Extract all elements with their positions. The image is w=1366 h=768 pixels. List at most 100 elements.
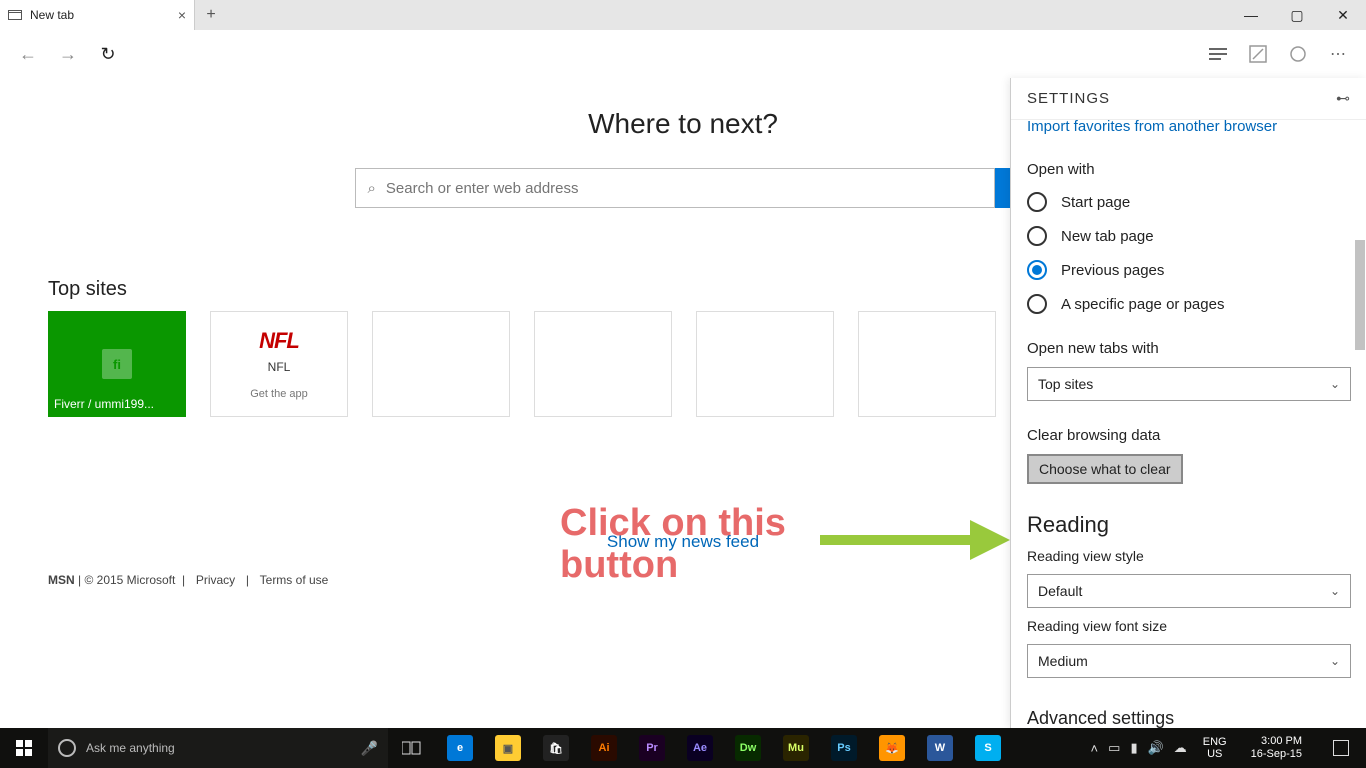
chevron-down-icon: ⌄: [1330, 654, 1340, 668]
terms-link[interactable]: Terms of use: [260, 573, 329, 587]
open-with-radio[interactable]: New tab page: [1027, 226, 1350, 246]
reading-heading: Reading: [1027, 512, 1350, 538]
more-icon[interactable]: ⋯: [1318, 34, 1358, 74]
top-site-tile-empty[interactable]: [534, 311, 672, 417]
forward-button[interactable]: →: [48, 34, 88, 74]
action-center-icon[interactable]: [1320, 740, 1362, 756]
top-site-tile[interactable]: NFL NFL Get the app: [210, 311, 348, 417]
annotation-text: Click on this button: [560, 503, 786, 587]
back-button[interactable]: ←: [8, 34, 48, 74]
tab-title: New tab: [30, 8, 74, 22]
taskbar-app-word[interactable]: W: [916, 728, 964, 768]
webnote-icon[interactable]: [1238, 34, 1278, 74]
taskbar-app-illustrator[interactable]: Ai: [580, 728, 628, 768]
taskbar-app-explorer[interactable]: ▣: [484, 728, 532, 768]
minimize-button[interactable]: —: [1228, 0, 1274, 30]
close-tab-icon[interactable]: ×: [178, 7, 186, 23]
window-controls: — ▢ ✕: [1228, 0, 1366, 30]
top-site-tile-empty[interactable]: [858, 311, 996, 417]
annotation-arrow: [820, 520, 1010, 560]
top-site-tile[interactable]: fi Fiverr / ummi199...: [48, 311, 186, 417]
refresh-button[interactable]: ↻: [88, 34, 128, 74]
battery-icon[interactable]: ▭: [1108, 740, 1120, 756]
taskbar-app-skype[interactable]: S: [964, 728, 1012, 768]
cortana-search[interactable]: Ask me anything 🎤: [48, 728, 388, 768]
reading-view-font-select[interactable]: Medium ⌄: [1027, 644, 1351, 678]
advanced-settings-heading: Advanced settings: [1027, 708, 1350, 728]
open-with-radio[interactable]: Previous pages: [1027, 260, 1350, 280]
open-with-radio[interactable]: Start page: [1027, 192, 1350, 212]
scrollbar-thumb[interactable]: [1355, 240, 1365, 350]
title-bar: New tab × + — ▢ ✕: [0, 0, 1366, 30]
app-icon: ▣: [495, 735, 521, 761]
onedrive-icon[interactable]: ☁: [1174, 740, 1187, 756]
taskbar-app-firefox[interactable]: 🦊: [868, 728, 916, 768]
top-site-tile-empty[interactable]: [372, 311, 510, 417]
radio-label: New tab page: [1061, 228, 1154, 245]
app-icon: W: [927, 735, 953, 761]
taskbar-app-aftereffects[interactable]: Ae: [676, 728, 724, 768]
app-icon: 🛍: [543, 735, 569, 761]
radio-icon: [1027, 226, 1047, 246]
select-value: Medium: [1038, 653, 1088, 669]
volume-icon[interactable]: 🔊: [1148, 740, 1164, 756]
mic-icon[interactable]: 🎤: [361, 740, 378, 757]
privacy-link[interactable]: Privacy: [196, 573, 235, 587]
taskbar-app-store[interactable]: 🛍: [532, 728, 580, 768]
close-window-button[interactable]: ✕: [1320, 0, 1366, 30]
radio-label: Previous pages: [1061, 262, 1164, 279]
taskbar: Ask me anything 🎤 e ▣ 🛍 AiPr Ae DwMu Ps 🦊 WS ˄ ▭…: [0, 728, 1366, 768]
language-indicator[interactable]: ENG US: [1197, 736, 1233, 760]
share-icon[interactable]: [1278, 34, 1318, 74]
choose-what-to-clear-button[interactable]: Choose what to clear: [1027, 454, 1183, 484]
taskbar-app-muse[interactable]: Mu: [772, 728, 820, 768]
system-tray: ˄ ▭ ▮ 🔊 ☁ ENG US 3:00 PM 16-Sep-15: [1087, 728, 1366, 768]
import-favorites-link[interactable]: Import favorites from another browser: [1027, 120, 1350, 135]
radio-label: A specific page or pages: [1061, 296, 1224, 313]
settings-scrollbar[interactable]: [1355, 120, 1365, 728]
task-view-button[interactable]: [388, 728, 436, 768]
tile-sublabel: Get the app: [250, 388, 308, 400]
page-footer: MSN | © 2015 Microsoft | Privacy | Terms…: [48, 573, 332, 587]
taskbar-app-edge[interactable]: e: [436, 728, 484, 768]
taskbar-apps: e ▣ 🛍 AiPr Ae DwMu Ps 🦊 WS: [436, 728, 1012, 768]
app-icon: S: [975, 735, 1001, 761]
network-icon[interactable]: ▮: [1130, 740, 1137, 756]
site-favicon: fi: [102, 349, 132, 379]
search-input[interactable]: [386, 180, 982, 197]
settings-body: Import favorites from another browser Op…: [1011, 120, 1366, 728]
reading-view-style-select[interactable]: Default ⌄: [1027, 574, 1351, 608]
search-box[interactable]: ⌕: [355, 168, 995, 208]
chevron-down-icon: ⌄: [1330, 584, 1340, 598]
cortana-icon: [58, 739, 76, 757]
tile-label: NFL: [268, 360, 291, 374]
taskbar-app-dreamweaver[interactable]: Dw: [724, 728, 772, 768]
tab-strip: New tab × +: [0, 0, 227, 30]
reading-view-font-label: Reading view font size: [1027, 618, 1350, 634]
copyright: © 2015 Microsoft: [84, 573, 175, 587]
hub-icon[interactable]: [1198, 34, 1238, 74]
taskbar-app-premiere[interactable]: Pr: [628, 728, 676, 768]
chevron-down-icon: ⌄: [1330, 377, 1340, 391]
start-button[interactable]: [0, 728, 48, 768]
open-with-radio[interactable]: A specific page or pages: [1027, 294, 1350, 314]
new-tab-button[interactable]: +: [195, 0, 227, 30]
clock[interactable]: 3:00 PM 16-Sep-15: [1243, 735, 1310, 761]
search-go-button[interactable]: [994, 168, 1012, 208]
taskbar-app-photoshop[interactable]: Ps: [820, 728, 868, 768]
nfl-logo: NFL: [259, 328, 299, 354]
tray-chevron-up-icon[interactable]: ˄: [1091, 741, 1099, 756]
reading-view-style-label: Reading view style: [1027, 548, 1350, 564]
select-value: Default: [1038, 583, 1082, 599]
settings-pane: SETTINGS ⊷ Import favorites from another…: [1010, 78, 1366, 728]
app-icon: Ps: [831, 735, 857, 761]
page-icon: [8, 10, 22, 20]
maximize-button[interactable]: ▢: [1274, 0, 1320, 30]
browser-tab[interactable]: New tab ×: [0, 0, 195, 30]
app-icon: Ae: [687, 735, 713, 761]
app-icon: e: [447, 735, 473, 761]
open-with-label: Open with: [1027, 161, 1350, 178]
open-new-tabs-select[interactable]: Top sites ⌄: [1027, 367, 1351, 401]
pin-icon[interactable]: ⊷: [1336, 90, 1350, 107]
top-site-tile-empty[interactable]: [696, 311, 834, 417]
